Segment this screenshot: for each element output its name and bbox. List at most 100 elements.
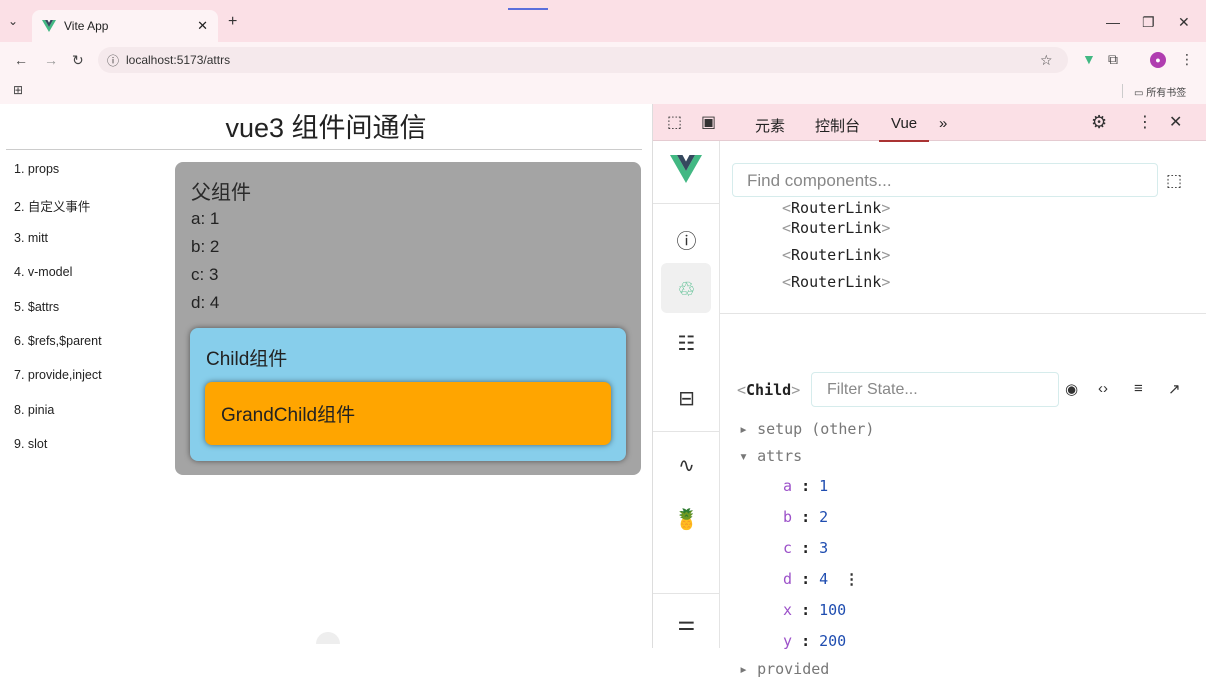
bookmarks-bar: ⊞ ▭ 所有书签	[0, 78, 1206, 104]
back-icon[interactable]: ←	[14, 52, 28, 68]
attr-row[interactable]: x : 100	[739, 598, 874, 629]
vue-logo-icon	[670, 155, 702, 183]
vue-devtools-extension-icon[interactable]: ▼	[1082, 51, 1096, 67]
menu-item-v-model[interactable]: 4. v-model	[14, 265, 102, 299]
browser-tab-strip: ⌄ Vite App ✕ + — ❐ ✕	[0, 0, 1206, 42]
filter-state-input[interactable]: Filter State...	[811, 372, 1059, 407]
menu-item-provide-inject[interactable]: 7. provide,inject	[14, 368, 102, 402]
section-provided[interactable]: ▸ provided	[739, 660, 874, 687]
router-icon[interactable]: ∿	[653, 453, 720, 478]
title-divider	[6, 149, 642, 150]
panel-split-divider[interactable]	[720, 313, 1206, 314]
select-component-icon[interactable]: ⬚	[1166, 171, 1182, 191]
tree-node[interactable]: <RouterLink>	[782, 273, 890, 300]
profile-avatar[interactable]: ●	[1150, 52, 1166, 68]
parent-value-b: b: 2	[191, 237, 220, 256]
menu-item-attrs[interactable]: 5. $attrs	[14, 300, 102, 334]
menu-item-props[interactable]: 1. props	[14, 162, 102, 196]
overview-info-icon[interactable]: ⓘ	[653, 225, 720, 254]
tree-node[interactable]: <RouterLink>	[782, 219, 890, 246]
attr-row[interactable]: c : 3	[739, 536, 874, 567]
devtools-panel: ⬚ ▣ 元素 控制台 Vue » ⚙ ⋮ ✕ ⓘ ♲ ☷ ⊟ ∿ 🍍 ⚌ Fin…	[652, 104, 1206, 678]
window-close-icon[interactable]: ✕	[1178, 14, 1190, 31]
nav-menu: 1. props 2. 自定义事件 3. mitt 4. v-model 5. …	[14, 162, 102, 472]
attr-row[interactable]: a : 1	[739, 474, 874, 505]
tab-elements[interactable]: 元素	[755, 115, 785, 136]
collapse-all-icon[interactable]: ≡	[1134, 380, 1143, 397]
show-render-code-icon[interactable]: ‹›	[1098, 380, 1108, 397]
attr-row[interactable]: y : 200	[739, 629, 874, 660]
parent-value-d: d: 4	[191, 293, 220, 312]
menu-item-slot[interactable]: 9. slot	[14, 437, 102, 471]
all-bookmarks-label: 所有书签	[1146, 88, 1187, 99]
apps-grid-icon[interactable]: ⊞	[13, 83, 23, 97]
more-tabs-button[interactable]: »	[939, 115, 947, 132]
menu-kebab-icon[interactable]: ⋮	[1180, 51, 1194, 68]
pinia-icon[interactable]: 🍍	[653, 507, 720, 532]
child-title: Child组件	[206, 349, 288, 370]
tab-indicator	[508, 8, 548, 10]
grandchild-component-box: GrandChild组件	[205, 382, 611, 445]
vue-devtools-sidebar: ⓘ ♲ ☷ ⊟ ∿ 🍍 ⚌	[653, 141, 720, 648]
open-in-editor-icon[interactable]: ↗	[1168, 380, 1181, 398]
forward-icon[interactable]: →	[44, 52, 58, 68]
inspect-element-icon[interactable]: ⬚	[667, 112, 682, 132]
tab-search-icon[interactable]: ⌄	[8, 14, 18, 28]
row-actions-icon[interactable]: ⋮	[844, 570, 859, 588]
minimize-icon[interactable]: —	[1106, 14, 1120, 30]
bookmarks-divider	[1122, 84, 1123, 98]
page-title: vue3 组件间通信	[225, 113, 427, 143]
menu-item-mitt[interactable]: 3. mitt	[14, 231, 102, 265]
menu-item-custom-event[interactable]: 2. 自定义事件	[14, 196, 102, 230]
vue-logo-icon	[42, 20, 56, 32]
device-toolbar-icon[interactable]: ▣	[701, 112, 716, 132]
folder-icon: ▭	[1134, 88, 1147, 99]
attr-row[interactable]: b : 2	[739, 505, 874, 536]
grandchild-title: GrandChild组件	[221, 405, 356, 426]
devtools-tab-bar: ⬚ ▣ 元素 控制台 Vue » ⚙ ⋮ ✕	[653, 104, 1206, 142]
tab-close-icon[interactable]: ✕	[197, 18, 208, 34]
vue-components-panel: Find components... ⬚ <RouterLink> <Route…	[720, 141, 1206, 678]
component-tree-icon[interactable]: ☷	[653, 331, 720, 356]
settings-gear-icon[interactable]: ⚙	[1091, 112, 1107, 133]
devtools-close-icon[interactable]: ✕	[1169, 112, 1182, 132]
address-bar-row: ← → ↻ ⓘ localhost:5173/attrs ☆ ▼ ⧉ ● ⋮	[0, 42, 1206, 78]
devtools-menu-icon[interactable]: ⋮	[1137, 112, 1153, 132]
tab-console[interactable]: 控制台	[815, 115, 860, 136]
tab-vue[interactable]: Vue	[879, 115, 930, 142]
parent-title: 父组件	[191, 182, 251, 204]
menu-item-pinia[interactable]: 8. pinia	[14, 403, 102, 437]
sidebar-divider	[653, 431, 720, 432]
url-input[interactable]: ⓘ localhost:5173/attrs	[98, 47, 1068, 73]
section-attrs[interactable]: ▾ attrs	[739, 447, 874, 474]
url-text: localhost:5173/attrs	[126, 53, 231, 67]
menu-item-refs-parent[interactable]: 6. $refs,$parent	[14, 334, 102, 368]
sidebar-divider	[653, 203, 720, 204]
components-icon[interactable]: ♲	[653, 277, 720, 302]
all-bookmarks-button[interactable]: ▭ 所有书签	[1134, 84, 1186, 99]
parent-component-box: 父组件 a: 1 b: 2 c: 3 d: 4 Child组件 GrandChi…	[175, 162, 641, 475]
section-setup[interactable]: ▸ setup (other)	[739, 420, 874, 447]
attr-row[interactable]: d : 4 ⋮	[739, 567, 874, 598]
new-tab-icon[interactable]: +	[228, 13, 237, 31]
site-info-icon[interactable]: ⓘ	[107, 52, 119, 69]
component-state: ▸ setup (other) ▾ attrs a : 1 b : 2 c : …	[739, 420, 874, 687]
app-page: vue3 组件间通信 1. props 2. 自定义事件 3. mitt 4. …	[0, 104, 652, 648]
bookmark-star-icon[interactable]: ☆	[1040, 52, 1053, 69]
tree-node[interactable]: <RouterLink>	[782, 246, 890, 273]
browser-tab[interactable]: Vite App ✕	[32, 10, 218, 42]
restore-icon[interactable]: ❐	[1142, 14, 1155, 31]
reload-icon[interactable]: ↻	[72, 52, 84, 69]
extensions-icon[interactable]: ⧉	[1108, 51, 1118, 68]
selected-component-name: <Child>	[737, 381, 801, 399]
vue-devtools-floating-handle[interactable]	[316, 632, 340, 644]
sidebar-divider	[653, 593, 720, 594]
tree-node[interactable]: <RouterLink>	[782, 199, 890, 219]
find-components-input[interactable]: Find components...	[732, 163, 1158, 197]
parent-value-c: c: 3	[191, 265, 219, 284]
timeline-icon[interactable]: ⊟	[653, 386, 720, 411]
component-tree: <RouterLink> <RouterLink> <RouterLink> <…	[782, 199, 890, 300]
tab-title: Vite App	[64, 19, 109, 33]
settings-sliders-icon[interactable]: ⚌	[653, 611, 720, 636]
scroll-to-component-icon[interactable]: ◉	[1065, 380, 1078, 398]
